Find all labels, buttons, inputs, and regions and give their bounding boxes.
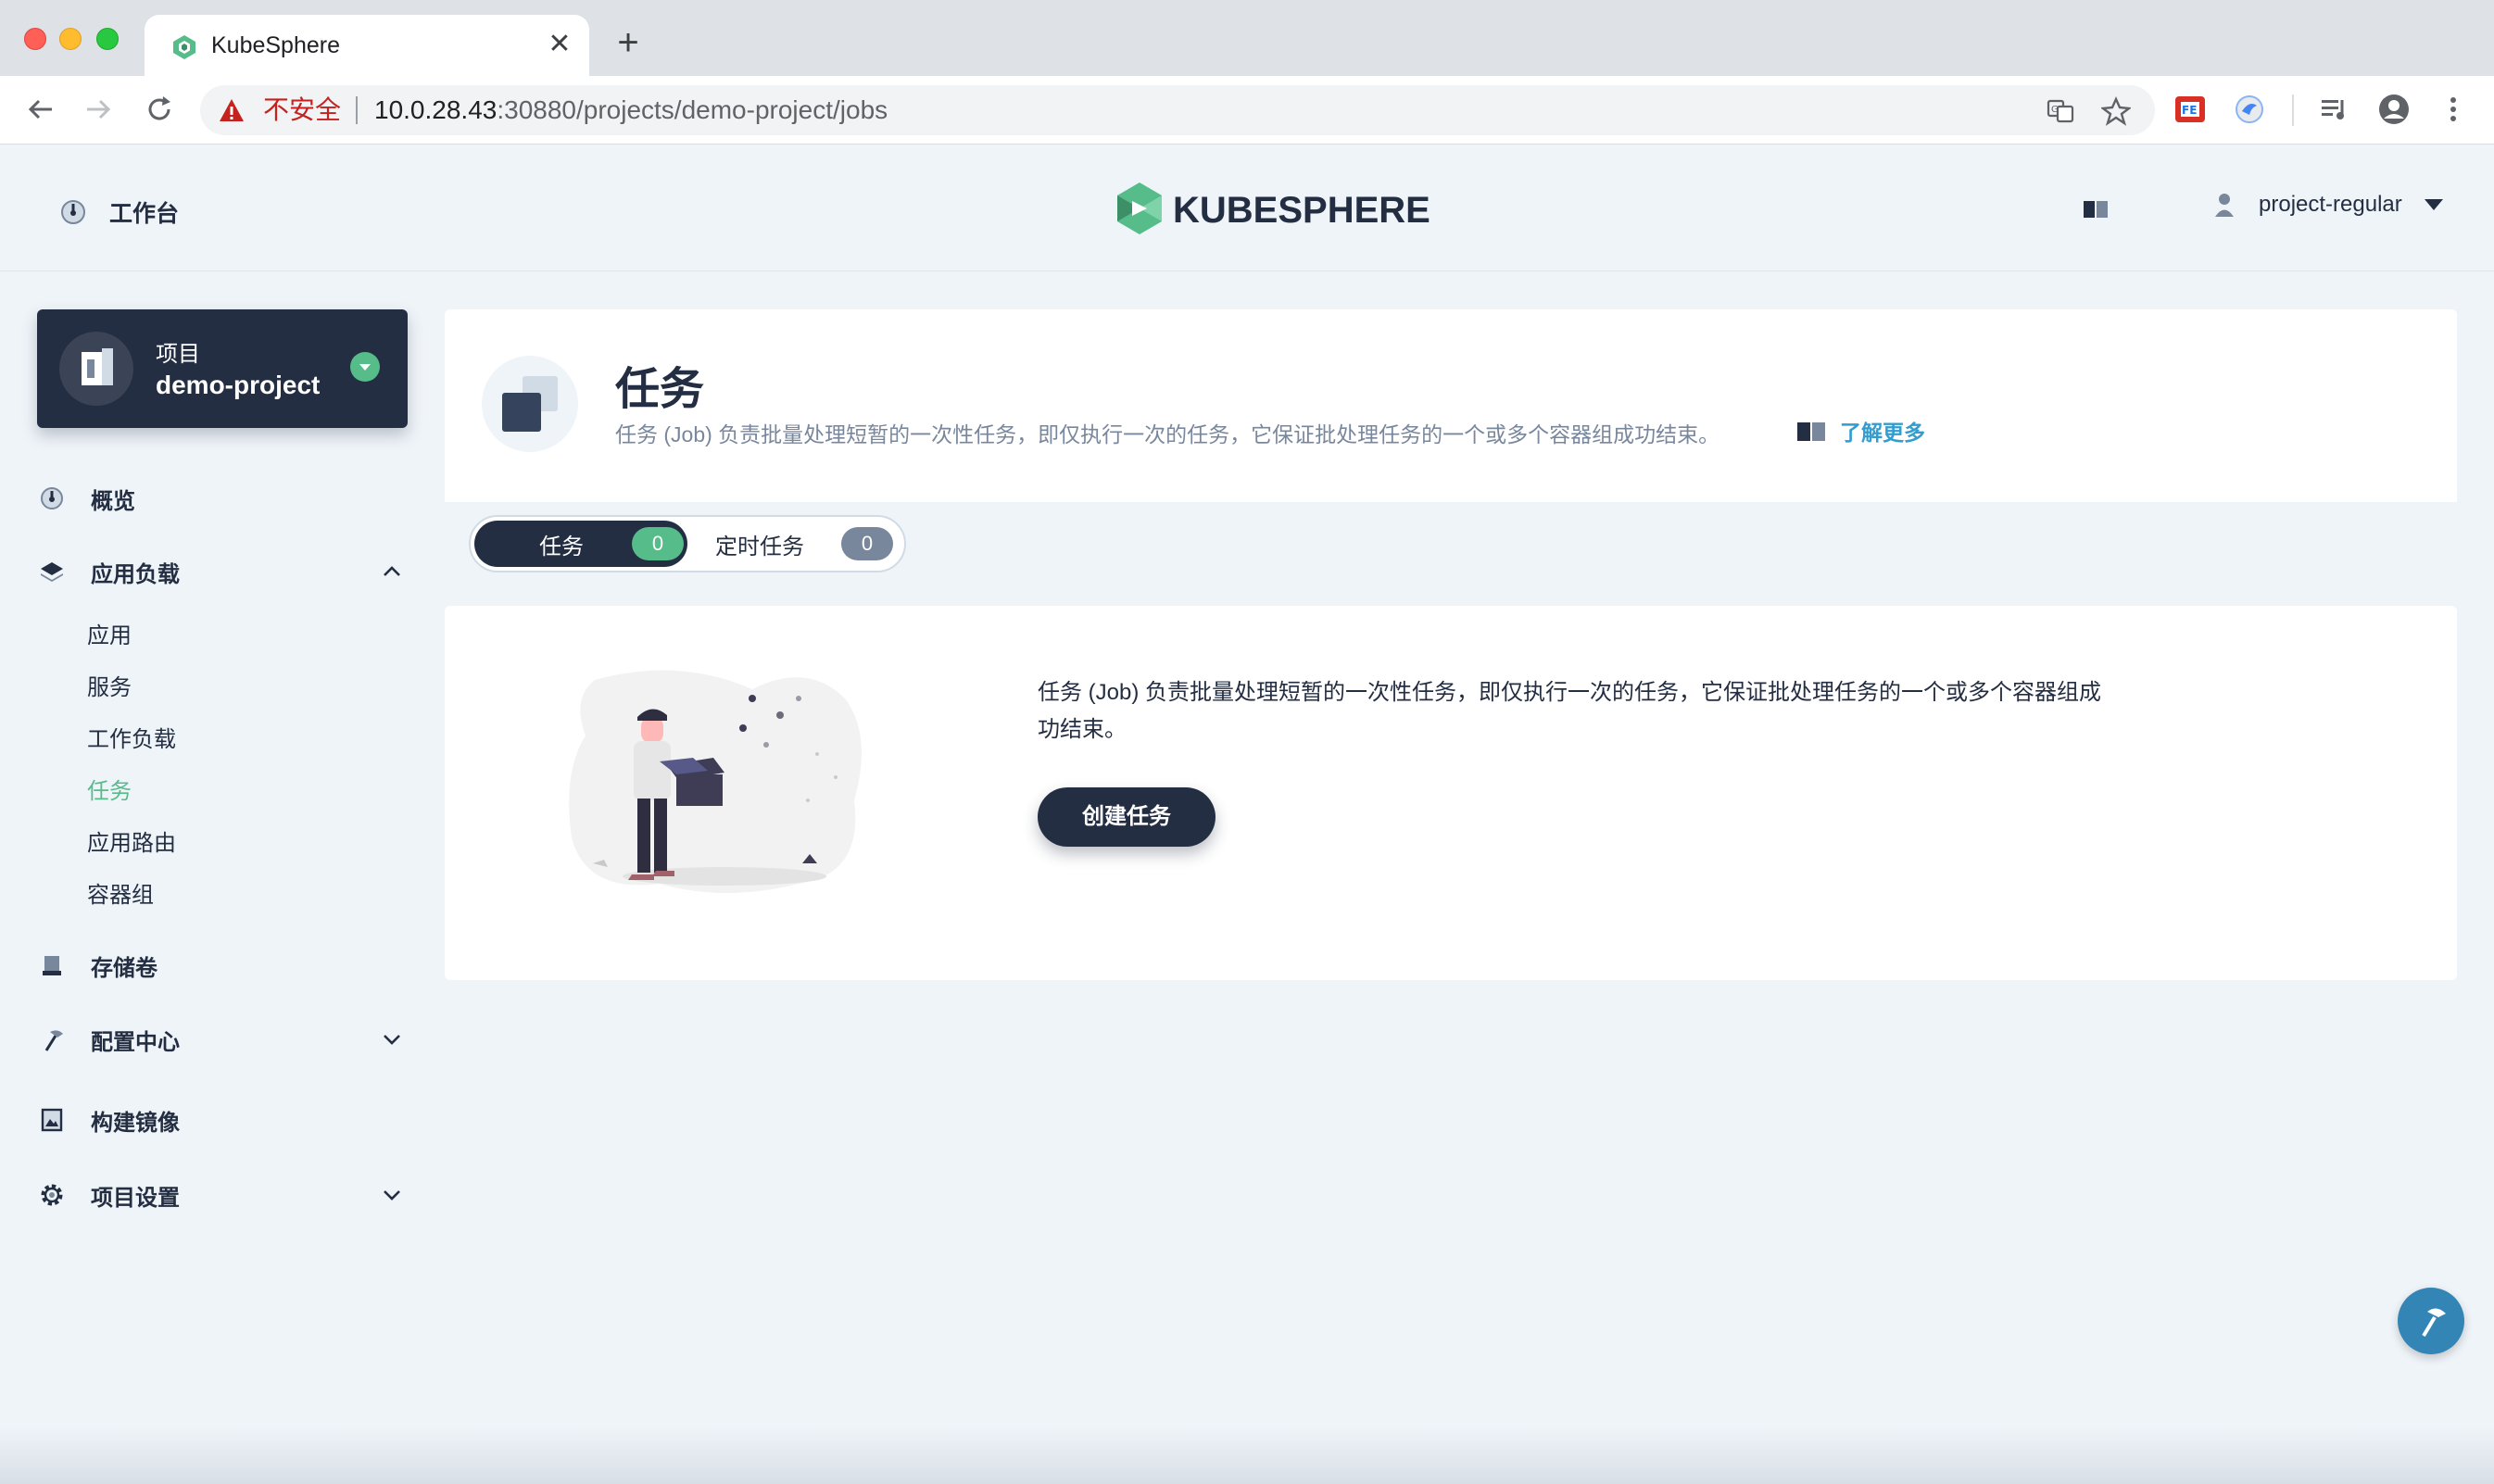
toolbar-divider [2292,94,2294,126]
bird-extension-icon[interactable] [2233,93,2266,126]
workbench-label: 工作台 [109,201,180,227]
address-bar[interactable]: 不安全 10.0.28.43:30880/projects/demo-proje… [200,85,2155,135]
tab-close-icon[interactable]: ✕ [543,28,576,61]
tab-count-badge: 0 [841,527,893,560]
storage-icon [37,950,67,980]
user-icon [2215,194,2234,217]
workbench-link[interactable]: 工作台 [59,195,179,229]
url-path: :30880/projects/demo-project/jobs [497,95,888,124]
browser-toolbar: 不安全 10.0.28.43:30880/projects/demo-proje… [0,76,2494,145]
browser-tab[interactable]: KubeSphere ✕ [145,15,589,76]
url-host: 10.0.28.43 [374,95,498,124]
fe-extension-icon[interactable]: FE [2173,93,2207,126]
job-type-tabs: 任务 0 定时任务 0 [445,502,2457,584]
banner-header: 任务 任务 (Job) 负责批量处理短暂的一次性任务，即仅执行一次的任务，它保证… [445,309,2457,502]
sidebar-group-config-center[interactable]: 配置中心 [37,1021,408,1058]
layers-icon [37,557,67,586]
hammer-icon [2422,1308,2446,1338]
dashboard-icon [37,484,67,513]
bookmark-star-icon[interactable] [2101,96,2131,126]
bottom-shadow [0,1427,2494,1484]
project-avatar [59,332,133,406]
profile-avatar-icon[interactable] [2377,93,2411,126]
dashboard-icon [61,200,85,224]
window-minimize-button[interactable] [59,28,82,50]
sidebar-item-label: 构建镜像 [91,1110,180,1136]
project-switch-icon[interactable] [350,352,380,382]
window-close-button[interactable] [24,28,46,50]
sidebar-item-label: 配置中心 [91,1029,180,1055]
tab-group: 任务 0 定时任务 0 [469,515,906,572]
tab-jobs[interactable]: 任务 0 [474,521,687,567]
svg-text:FE: FE [2182,104,2197,117]
project-name: demo-project [156,371,321,399]
window-maximize-button[interactable] [96,28,119,50]
sidebar-item-jobs[interactable]: 任务 [87,778,132,806]
image-icon [37,1105,67,1135]
sidebar-item-overview[interactable]: 概览 [37,480,135,517]
chevron-down-icon [384,1190,400,1201]
sidebar-item-label: 应用负载 [91,561,180,587]
translate-icon[interactable]: G [2046,96,2075,126]
empty-box-illustration [569,670,862,893]
chevron-up-icon [384,566,400,576]
sidebar-item-workloads[interactable]: 工作负载 [87,726,176,754]
app-header: 工作台 KUBESPHERE project-regular [0,145,2494,271]
sidebar-group-project-settings[interactable]: 项目设置 [37,1176,408,1214]
sidebar-item-label: 存储卷 [91,955,157,981]
sidebar-item-label: 项目设置 [91,1185,180,1211]
caret-down-icon [2424,199,2443,210]
project-building-icon [82,348,113,385]
sidebar-item-volumes[interactable]: 存储卷 [37,947,157,984]
warning-triangle-icon [220,99,244,121]
jobs-icon [482,356,578,452]
sidebar-item-image-builder[interactable]: 构建镜像 [37,1101,180,1138]
browser-menu-icon[interactable] [2437,93,2470,126]
user-name: project-regular [2259,192,2402,217]
back-arrow-icon[interactable] [20,89,61,130]
browser-tabstrip: KubeSphere ✕ + [0,0,2494,76]
tab-label: 定时任务 [715,534,804,560]
kubesphere-logo[interactable]: KUBESPHERE [1114,181,1430,236]
page-description: 任务 (Job) 负责批量处理短暂的一次性任务，即仅执行一次的任务，它保证批处理… [615,422,1720,446]
insecure-label[interactable]: 不安全 [263,96,341,124]
book-icon [1797,422,1825,441]
empty-state-description: 任务 (Job) 负责批量处理短暂的一次性任务，即仅执行一次的任务，它保证批处理… [1038,680,2102,742]
learn-more-label: 了解更多 [1840,421,1925,445]
sidebar-item-apps[interactable]: 应用 [87,623,132,650]
tab-cronjobs[interactable]: 定时任务 0 [693,521,901,567]
sidebar-item-services[interactable]: 服务 [87,674,132,702]
empty-state-card: 任务 (Job) 负责批量处理短暂的一次性任务，即仅执行一次的任务，它保证批处理… [445,606,2457,980]
kubesphere-logo-icon [1117,182,1162,234]
hammer-icon [37,1025,67,1054]
user-menu[interactable]: project-regular [2214,186,2443,223]
documentation-icon[interactable] [2083,199,2109,220]
sidebar-item-label: 概览 [91,488,135,514]
tab-count-badge: 0 [632,527,684,560]
reload-icon[interactable] [139,89,180,130]
toolbox-button[interactable] [2398,1288,2464,1354]
sidebar-group-workloads[interactable]: 应用负载 [37,553,408,590]
svg-text:G: G [2051,105,2059,115]
forward-arrow-icon[interactable] [78,89,119,130]
page-banner: 任务 任务 (Job) 负责批量处理短暂的一次性任务，即仅执行一次的任务，它保证… [445,309,2457,584]
sidebar-item-ingress[interactable]: 应用路由 [87,830,176,858]
create-job-button[interactable]: 创建任务 [1038,787,1216,847]
project-selector[interactable]: 项目 demo-project [37,309,408,428]
project-type-label: 项目 [156,342,200,367]
omnibox-divider [356,96,358,124]
sidebar-item-pods[interactable]: 容器组 [87,882,154,910]
browser-tab-title: KubeSphere [211,32,341,58]
page-title: 任务 [615,365,705,414]
chevron-down-icon [384,1035,400,1045]
tab-label: 任务 [539,534,584,560]
gear-icon [37,1180,67,1210]
logo-text: KUBESPHERE [1173,190,1430,231]
media-control-icon[interactable] [2318,93,2351,126]
kubesphere-favicon-icon [173,35,195,59]
learn-more-link[interactable]: 了解更多 [1795,415,1925,446]
new-tab-button[interactable]: + [608,24,649,65]
url-text[interactable]: 10.0.28.43:30880/projects/demo-project/j… [374,96,888,124]
